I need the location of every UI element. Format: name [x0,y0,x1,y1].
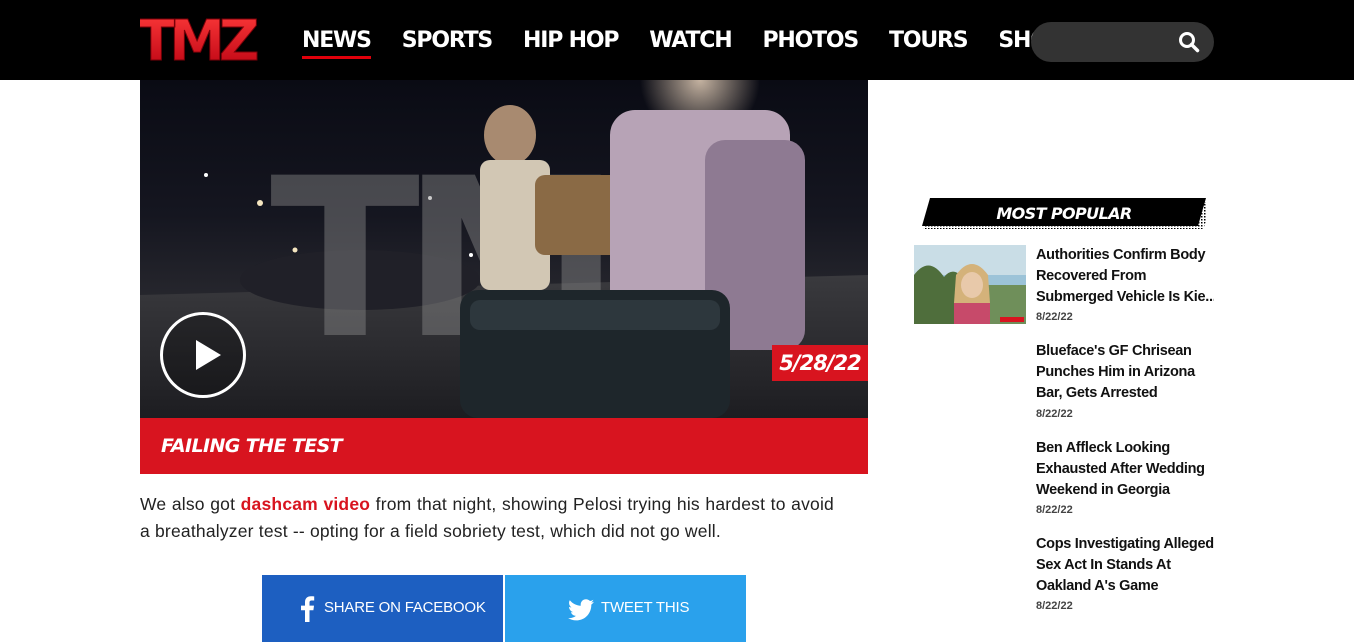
search-input[interactable] [1047,22,1177,62]
nav-hip-hop[interactable]: HIP HOP [523,28,619,53]
video-caption: FAILING THE TEST [161,435,343,457]
tweet-button[interactable]: TWEET THIS [505,575,746,642]
dashcam-video-link[interactable]: dashcam video [241,494,370,514]
popular-title-line: Ben Affleck Looking [1036,440,1170,456]
twitter-icon [568,599,594,621]
tmz-logo[interactable]: TMZ [140,13,264,65]
popular-title-line: Blueface's GF Chrisean [1036,343,1192,359]
video-caption-bar: FAILING THE TEST [140,418,868,474]
nav-watch[interactable]: WATCH [649,28,732,53]
video-date-badge: 5/28/22 [772,345,868,381]
popular-thumbnail[interactable] [914,534,1026,613]
logo-text: TMZ [140,13,258,65]
popular-thumbnail[interactable] [914,341,1026,420]
nav-photos[interactable]: PHOTOS [762,28,859,53]
nav-news[interactable]: NEWS [302,28,372,59]
popular-thumbnail[interactable] [914,438,1026,517]
nav-sports[interactable]: SPORTS [402,28,493,53]
play-icon [196,340,221,370]
popular-thumbnail[interactable] [914,245,1026,324]
most-popular-title: MOST POPULAR [996,204,1132,223]
popular-title-line: Submerged Vehicle Is Kie... [1036,289,1214,305]
popular-title-line: Cops Investigating Alleged [1036,536,1214,552]
nav-tours[interactable]: TOURS [889,28,969,53]
popular-item-date: 8/22/22 [1036,600,1073,612]
popular-item[interactable]: Authorities Confirm Body Recovered From … [914,245,1214,335]
search-icon[interactable] [1178,31,1200,53]
facebook-icon [301,596,315,622]
popular-item-date: 8/22/22 [1036,408,1073,420]
main-nav: NEWS SPORTS HIP HOP WATCH PHOTOS TOURS S… [302,0,1094,80]
share-facebook-label: SHARE ON FACEBOOK [324,599,486,616]
popular-title-line: Bar, Gets Arrested [1036,385,1158,401]
popular-title-line: Exhausted After Wedding [1036,461,1205,477]
video-player[interactable]: TMZ [140,80,868,418]
popular-item[interactable]: Blueface's GF Chrisean Punches Him in Ar… [914,341,1214,431]
popular-item-date: 8/22/22 [1036,504,1073,516]
video-frame: TMZ [140,80,868,418]
article-text-start: We also got [140,494,241,514]
popular-item-title[interactable]: Authorities Confirm Body Recovered From … [1036,245,1214,308]
popular-item[interactable]: Cops Investigating Alleged Sex Act In St… [914,534,1214,624]
popular-title-line: Weekend in Georgia [1036,482,1170,498]
popular-title-line: Sex Act In Stands At [1036,557,1171,573]
share-facebook-button[interactable]: SHARE ON FACEBOOK [262,575,503,642]
popular-title-line: Recovered From [1036,268,1147,284]
popular-item-title[interactable]: Blueface's GF Chrisean Punches Him in Ar… [1036,341,1214,404]
popular-title-line: Authorities Confirm Body [1036,247,1206,263]
article-paragraph: We also got dashcam video from that nigh… [140,491,834,545]
tweet-label: TWEET THIS [601,599,690,616]
popular-title-line: Punches Him in Arizona [1036,364,1195,380]
popular-item-title[interactable]: Ben Affleck Looking Exhausted After Wedd… [1036,438,1214,501]
popular-title-line: Oakland A's Game [1036,578,1159,594]
popular-item-title[interactable]: Cops Investigating Alleged Sex Act In St… [1036,534,1214,597]
play-button[interactable] [160,312,246,398]
popular-item-date: 8/22/22 [1036,311,1073,323]
site-header: TMZ NEWS SPORTS HIP HOP WATCH PHOTOS TOU… [0,0,1354,80]
popular-item[interactable]: Ben Affleck Looking Exhausted After Wedd… [914,438,1214,528]
